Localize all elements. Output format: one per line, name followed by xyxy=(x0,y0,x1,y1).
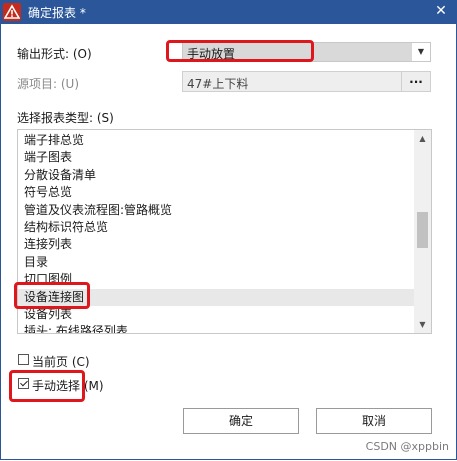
chevron-down-icon[interactable]: ▼ xyxy=(412,43,430,61)
scroll-up-arrow-icon[interactable]: ▲ xyxy=(414,130,431,147)
list-item[interactable]: 符号总览 xyxy=(18,184,414,201)
list-scrollbar[interactable]: ▲ ▼ xyxy=(414,130,431,333)
report-type-label: 选择报表类型: (S) xyxy=(17,111,114,125)
list-item[interactable]: 管道及仪表流程图:管路概览 xyxy=(18,202,414,219)
ok-button[interactable]: 确定 xyxy=(183,408,299,434)
cancel-button[interactable]: 取消 xyxy=(316,408,432,434)
scroll-thumb[interactable] xyxy=(417,212,428,248)
list-item[interactable]: 设备连接图 xyxy=(18,288,414,306)
window-title: 确定报表 * xyxy=(28,6,86,20)
output-form-select[interactable]: 手动放置 ▼ xyxy=(182,42,431,62)
list-item[interactable]: 设备列表 xyxy=(18,306,414,323)
list-item[interactable]: 分散设备清单 xyxy=(18,167,414,184)
source-project-value: 47#上下料 xyxy=(187,77,249,91)
report-type-items: 端子排总览 端子图表 分散设备清单 符号总览 管道及仪表流程图:管路概览 结构标识符总览连… xyxy=(18,132,414,333)
list-item[interactable]: 端子图表 xyxy=(18,149,414,166)
source-project-label: 源项目: (U) xyxy=(17,77,80,91)
list-item[interactable]: 结构标识符总览 xyxy=(18,219,414,236)
manual-select-label: 手动选择 (M) xyxy=(32,379,104,393)
manual-select-checkbox[interactable] xyxy=(18,378,29,389)
output-form-value: 手动放置 xyxy=(187,47,236,61)
list-item[interactable]: 端子排总览 xyxy=(18,132,414,149)
current-page-label: 当前页 (C) xyxy=(32,355,90,369)
current-page-checkbox[interactable] xyxy=(18,354,29,365)
close-button[interactable]: ✕ xyxy=(425,0,457,24)
source-project-field: 47#上下料 ... xyxy=(182,71,431,92)
output-form-label: 输出形式: (O) xyxy=(17,47,92,61)
report-type-listbox[interactable]: 端子排总览 端子图表 分散设备清单 符号总览 管道及仪表流程图:管路概览 结构标识符总览连… xyxy=(17,129,432,334)
warning-triangle-icon xyxy=(3,3,21,21)
list-item[interactable]: 插头: 布线路径列表 xyxy=(18,323,414,333)
source-browse-button[interactable]: ... xyxy=(401,72,430,91)
list-item[interactable]: 切口图例 xyxy=(18,271,414,288)
title-bar: 确定报表 * ✕ xyxy=(0,0,457,24)
scroll-down-arrow-icon[interactable]: ▼ xyxy=(414,316,431,333)
list-item[interactable]: 连接列表 xyxy=(18,236,414,253)
list-item[interactable]: 目录 xyxy=(18,254,414,271)
watermark: CSDN @xppbin xyxy=(365,440,449,453)
